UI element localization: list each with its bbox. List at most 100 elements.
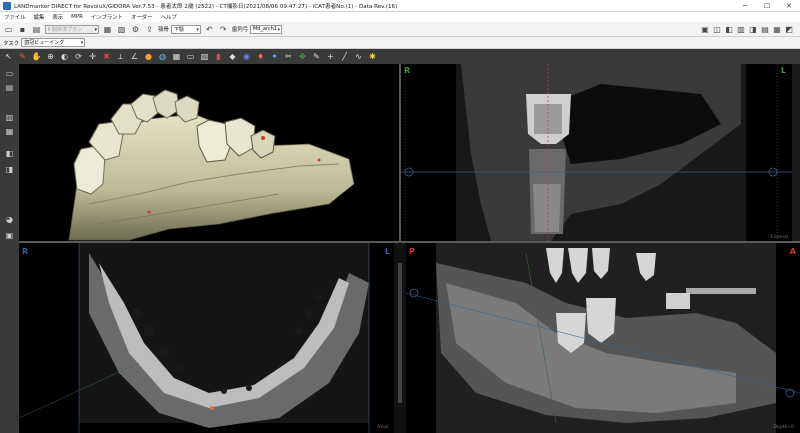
line-icon[interactable]: ╱ bbox=[339, 51, 350, 62]
task-label: タスク bbox=[3, 40, 20, 47]
new-icon[interactable]: ▭ bbox=[3, 24, 14, 35]
arch-select[interactable]: Md_arch1 ▾ bbox=[249, 24, 282, 34]
coronal-view[interactable]: R L Coronal bbox=[401, 64, 800, 241]
menu-mpr[interactable]: MPR bbox=[71, 14, 83, 20]
hand-icon[interactable]: ✋ bbox=[31, 51, 42, 62]
view-name-label: Axial bbox=[377, 425, 388, 430]
menu-implant[interactable]: インプラント bbox=[91, 13, 123, 21]
export-icon[interactable]: ⇪ bbox=[144, 24, 155, 35]
window-title: LANDmarker DIRECT for RevoluX/GIDORA Ver… bbox=[14, 3, 398, 10]
zoom-icon[interactable]: ⊕ bbox=[45, 51, 56, 62]
print-icon[interactable]: ▤ bbox=[31, 24, 42, 35]
drill-icon[interactable]: ✂ bbox=[283, 51, 294, 62]
task-bar: タスク 歯冠ビューイング ▾ bbox=[0, 37, 800, 49]
cross-section-slice bbox=[406, 243, 800, 433]
arch-label: 歯列弓 bbox=[231, 27, 248, 33]
orientation-left-label: R bbox=[404, 66, 411, 75]
arch-select-value: Md_arch1 bbox=[252, 26, 278, 32]
cross-section-view[interactable]: P A Depth=0 bbox=[406, 243, 800, 433]
tool-d-icon[interactable]: ▥ bbox=[736, 24, 746, 35]
layout-icon[interactable]: ▦ bbox=[102, 24, 113, 35]
implant-icon[interactable]: ▮ bbox=[213, 51, 224, 62]
jaw-3d-render bbox=[68, 89, 355, 241]
axial-scrollbar[interactable] bbox=[394, 243, 406, 433]
title-bar: LANDmarker DIRECT for RevoluX/GIDORA Ver… bbox=[0, 0, 800, 12]
sphere-icon[interactable]: ● bbox=[143, 51, 154, 62]
plus-icon[interactable]: + bbox=[325, 51, 336, 62]
view-name-label: Depth=0 bbox=[773, 425, 794, 430]
axial-view[interactable]: R L Axial bbox=[19, 243, 394, 433]
undo-icon[interactable]: ↶ bbox=[204, 24, 215, 35]
tool-h-icon[interactable]: ◩ bbox=[784, 24, 794, 35]
menu-view[interactable]: 表示 bbox=[52, 13, 63, 21]
jaw-select[interactable]: 下顎 ▾ bbox=[170, 24, 201, 34]
light-icon[interactable]: ✱ bbox=[367, 51, 378, 62]
close-button[interactable]: ✕ bbox=[778, 0, 800, 12]
window-level-icon[interactable]: ◐ bbox=[59, 51, 70, 62]
orientation-right-label: A bbox=[789, 247, 796, 256]
tool-b-icon[interactable]: ◫ bbox=[712, 24, 722, 35]
menu-file[interactable]: ファイル bbox=[4, 13, 26, 21]
task-select-value: 歯冠ビューイング bbox=[24, 40, 65, 46]
menu-order[interactable]: オーダー bbox=[131, 13, 153, 21]
sidebar-g-icon[interactable]: ▣ bbox=[4, 230, 15, 241]
angle-icon[interactable]: ∠ bbox=[129, 51, 140, 62]
nerve-icon[interactable]: ◍ bbox=[157, 51, 168, 62]
pointer-icon[interactable]: ↖ bbox=[3, 51, 14, 62]
tool-c-icon[interactable]: ◧ bbox=[724, 24, 734, 35]
menu-bar: ファイル 編集 表示 MPR インプラント オーダー ヘルプ bbox=[0, 12, 800, 22]
settings-icon[interactable]: ⚙ bbox=[130, 24, 141, 35]
tool-f-icon[interactable]: ▤ bbox=[760, 24, 770, 35]
left-sidebar: ▭ ▤ ▥ ▦ ◧ ◨ ◕ ▣ bbox=[0, 64, 19, 433]
jaw-select-value: 下顎 bbox=[173, 26, 184, 33]
tool-a-icon[interactable]: ▣ bbox=[700, 24, 710, 35]
screw-icon[interactable]: ✤ bbox=[297, 51, 308, 62]
tool-g-icon[interactable]: ▦ bbox=[772, 24, 782, 35]
app-icon bbox=[3, 1, 11, 10]
orientation-left-label: R bbox=[22, 247, 29, 256]
coronal-scrollbar[interactable] bbox=[792, 64, 800, 241]
orientation-left-label: P bbox=[409, 247, 415, 256]
pen-icon[interactable]: ✎ bbox=[17, 51, 28, 62]
axial-slice bbox=[19, 243, 370, 433]
volume-render-view[interactable] bbox=[19, 64, 399, 241]
scroll-thumb[interactable] bbox=[398, 263, 402, 403]
rotate-icon[interactable]: ⟳ bbox=[73, 51, 84, 62]
sidebar-d-icon[interactable]: ▦ bbox=[4, 126, 15, 137]
sleeve-icon[interactable]: ◉ bbox=[241, 51, 252, 62]
maximize-button[interactable]: ☐ bbox=[756, 0, 778, 12]
task-select[interactable]: 歯冠ビューイング ▾ bbox=[21, 38, 86, 47]
plan-select-value: Ⅱ 削除済プラン bbox=[48, 26, 83, 33]
redo-icon[interactable]: ↷ bbox=[218, 24, 229, 35]
sidebar-e-icon[interactable]: ◧ bbox=[4, 148, 15, 159]
ruler-icon[interactable]: ▭ bbox=[185, 51, 196, 62]
save-icon[interactable]: ▪ bbox=[17, 24, 28, 35]
view-toolbar: ↖ ✎ ✋ ⊕ ◐ ⟳ ✛ ✖ ⟂ ∠ ● ◍ ▦ ▭ ▧ ▮ ◆ ◉ ♦ ✦ … bbox=[0, 49, 800, 64]
orientation-right-label: L bbox=[384, 247, 390, 256]
chevron-down-icon: ▾ bbox=[80, 40, 84, 46]
sidebar-b-icon[interactable]: ▤ bbox=[4, 82, 15, 93]
minimize-button[interactable]: ─ bbox=[734, 0, 756, 12]
sidebar-f-icon[interactable]: ◨ bbox=[4, 164, 15, 175]
plan-select[interactable]: Ⅱ 削除済プラン ▾ bbox=[45, 24, 99, 34]
menu-edit[interactable]: 編集 bbox=[34, 13, 45, 21]
curve-icon[interactable]: ∿ bbox=[353, 51, 364, 62]
measure-icon[interactable]: ⟂ bbox=[115, 51, 126, 62]
abutment-icon[interactable]: ◆ bbox=[227, 51, 238, 62]
image-icon[interactable]: ▧ bbox=[116, 24, 127, 35]
tool-e-icon[interactable]: ◨ bbox=[748, 24, 758, 35]
crop-icon[interactable]: ▧ bbox=[199, 51, 210, 62]
menu-help[interactable]: ヘルプ bbox=[161, 13, 177, 21]
grid-icon[interactable]: ▦ bbox=[171, 51, 182, 62]
crosshair-icon[interactable]: ✛ bbox=[87, 51, 98, 62]
jaw-label: 顎骨 bbox=[158, 27, 169, 33]
sidebar-a-icon[interactable]: ▭ bbox=[4, 68, 15, 79]
main-toolbar: ▭ ▪ ▤ Ⅱ 削除済プラン ▾ ▦ ▧ ⚙ ⇪ 顎骨 下顎 ▾ ↶ ↷ 歯列弓… bbox=[0, 22, 800, 37]
color-palette-icon[interactable]: ◕ bbox=[4, 214, 15, 225]
annotate-icon[interactable]: ✎ bbox=[311, 51, 322, 62]
color-icon[interactable]: ♦ bbox=[255, 51, 266, 62]
sidebar-c-icon[interactable]: ▥ bbox=[4, 112, 15, 123]
pin-icon[interactable]: ✦ bbox=[269, 51, 280, 62]
delete-icon[interactable]: ✖ bbox=[101, 51, 112, 62]
orientation-right-label: L bbox=[780, 66, 786, 75]
